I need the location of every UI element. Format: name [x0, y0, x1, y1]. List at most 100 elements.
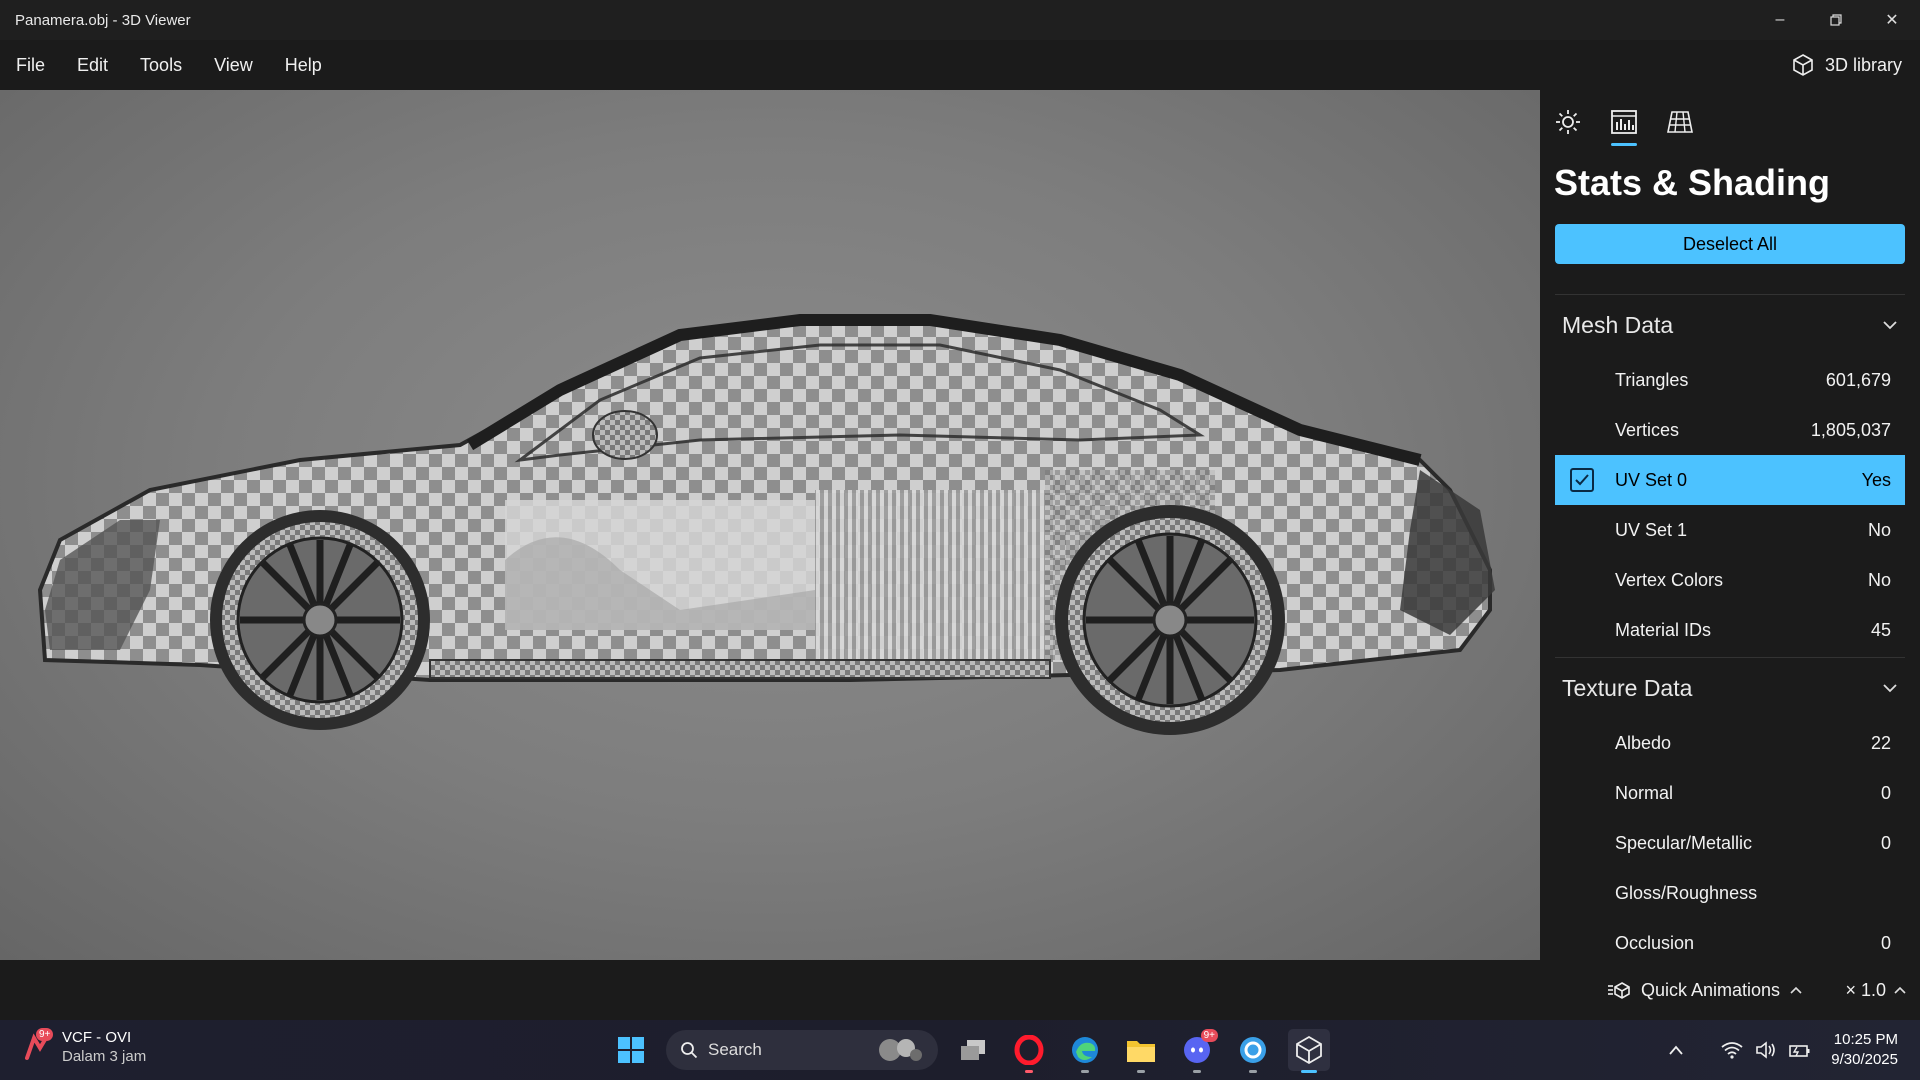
- taskbar-file-explorer[interactable]: [1120, 1029, 1162, 1073]
- stat-value: No: [1867, 519, 1891, 540]
- search-placeholder: Search: [708, 1040, 762, 1059]
- tab-lighting[interactable]: [1553, 106, 1583, 138]
- stat-row-specular-metallic: Specular/Metallic 0: [1555, 818, 1905, 868]
- chevron-down-icon: [1883, 321, 1897, 330]
- battery-icon[interactable]: [1789, 1041, 1811, 1059]
- chevron-down-icon: [1883, 684, 1897, 693]
- restore-button[interactable]: [1808, 0, 1864, 40]
- running-indicator: [1249, 1070, 1257, 1073]
- clock-date: 9/30/2025: [1831, 1051, 1898, 1068]
- stat-row-uv-set-0[interactable]: UV Set 0 Yes: [1555, 455, 1905, 505]
- taskbar-discord[interactable]: 9+: [1176, 1029, 1218, 1073]
- taskbar-search[interactable]: Search: [666, 1030, 938, 1070]
- running-indicator: [1081, 1070, 1089, 1073]
- search-icon: [681, 1042, 698, 1059]
- stat-label: Specular/Metallic: [1615, 832, 1753, 853]
- stat-value: 601,679: [1825, 369, 1891, 390]
- folder-icon: [1127, 1041, 1155, 1062]
- quick-animations-label: Quick Animations: [1640, 979, 1780, 1000]
- chevron-up-icon: [1894, 986, 1906, 994]
- clock-time: 10:25 PM: [1833, 1031, 1898, 1048]
- tab-stats[interactable]: [1609, 106, 1639, 146]
- checkmark-icon: [1575, 474, 1589, 486]
- 3d-viewer-icon: [1296, 1035, 1322, 1065]
- stat-value: 1,805,037: [1810, 419, 1891, 440]
- clock[interactable]: 10:25 PM 9/30/2025: [1811, 1030, 1920, 1070]
- 3d-viewport[interactable]: [0, 90, 1540, 960]
- panel-tabs: [1540, 90, 1920, 150]
- bottom-bar: Quick Animations × 1.0: [0, 960, 1920, 1020]
- running-indicator: [1193, 1070, 1201, 1073]
- discord-badge: 9+: [1200, 1029, 1218, 1042]
- rear-wheel: [1055, 505, 1285, 735]
- stat-row-normal: Normal 0: [1555, 768, 1905, 818]
- minimize-button[interactable]: –: [1752, 0, 1808, 40]
- stat-value: 0: [1880, 782, 1891, 803]
- stat-label: UV Set 1: [1615, 519, 1688, 540]
- tab-grid[interactable]: [1665, 106, 1695, 138]
- stat-row-material-ids: Material IDs 45: [1555, 605, 1905, 655]
- 3d-library-button[interactable]: 3D library: [1791, 40, 1902, 90]
- notification-title: VCF - OVI: [62, 1029, 132, 1046]
- edge-icon: [1072, 1037, 1098, 1063]
- menu-tools[interactable]: Tools: [124, 40, 198, 90]
- window-title: Panamera.obj - 3D Viewer: [15, 11, 191, 29]
- menu-view[interactable]: View: [198, 40, 269, 90]
- restore-icon: [1830, 14, 1842, 26]
- start-button[interactable]: [610, 1029, 652, 1071]
- running-indicator: [1025, 1070, 1033, 1073]
- close-icon: ✕: [1885, 12, 1899, 29]
- stat-row-albedo: Albedo 22: [1555, 718, 1905, 768]
- stat-label: UV Set 0: [1615, 469, 1688, 490]
- stat-value: 0: [1880, 932, 1891, 953]
- wifi-icon[interactable]: [1721, 1041, 1743, 1059]
- stat-label: Normal: [1615, 782, 1674, 803]
- minimize-icon: –: [1775, 11, 1785, 28]
- panel-title: Stats & Shading: [1554, 162, 1831, 203]
- chevron-up-icon[interactable]: [1669, 1045, 1683, 1055]
- calendar-notification[interactable]: 9+ VCF - OVI Dalam 3 jam: [22, 1028, 146, 1066]
- stat-label: Vertex Colors: [1615, 569, 1724, 590]
- notification-subtitle: Dalam 3 jam: [62, 1048, 147, 1065]
- animation-icon: [1607, 982, 1630, 999]
- speed-label: × 1.0: [1845, 979, 1886, 1000]
- cube-icon: [1793, 54, 1813, 76]
- 3d-library-label: 3D library: [1824, 54, 1902, 75]
- grid-icon: [1667, 111, 1693, 133]
- quick-animations-button[interactable]: Quick Animations: [1607, 960, 1802, 1020]
- menu-edit[interactable]: Edit: [61, 40, 124, 90]
- close-button[interactable]: ✕: [1864, 0, 1920, 40]
- menu-file[interactable]: File: [0, 40, 61, 90]
- stat-label: Albedo: [1615, 732, 1672, 753]
- stat-value: No: [1867, 569, 1891, 590]
- stat-label: Triangles: [1615, 369, 1689, 390]
- front-wheel: [210, 510, 430, 730]
- speed-control[interactable]: × 1.0: [1845, 960, 1906, 1020]
- taskbar-3d-viewer[interactable]: [1288, 1029, 1330, 1073]
- stat-row-vertices: Vertices 1,805,037: [1555, 405, 1905, 455]
- stat-value: 45: [1870, 619, 1891, 640]
- deselect-all-button[interactable]: Deselect All: [1555, 224, 1905, 264]
- checkbox[interactable]: [1570, 468, 1594, 492]
- menu-bar: File Edit Tools View Help: [0, 40, 1920, 90]
- volume-icon[interactable]: [1755, 1041, 1777, 1059]
- search-highlight-icon: [879, 1039, 922, 1061]
- stat-label: Occlusion: [1615, 932, 1695, 953]
- taskbar-browser[interactable]: [1232, 1029, 1274, 1073]
- stats-icon: [1611, 110, 1637, 134]
- sun-icon: [1556, 110, 1580, 134]
- stat-row-uv-set-1: UV Set 1 No: [1555, 505, 1905, 555]
- menu-help[interactable]: Help: [269, 40, 338, 90]
- mesh-data-header[interactable]: Mesh Data: [1540, 295, 1920, 355]
- taskbar-opera[interactable]: [1008, 1029, 1050, 1073]
- task-view-button[interactable]: [952, 1029, 994, 1071]
- stats-shading-panel: Stats & Shading Deselect All Mesh Data T…: [1540, 90, 1920, 960]
- calendar-app-icon: 9+: [22, 1028, 54, 1062]
- taskbar: 9+ VCF - OVI Dalam 3 jam Search 9+ 10:25…: [0, 1020, 1920, 1080]
- stat-row-occlusion: Occlusion 0: [1555, 918, 1905, 960]
- taskbar-edge[interactable]: [1064, 1029, 1106, 1073]
- texture-data-header[interactable]: Texture Data: [1540, 658, 1920, 718]
- opera-icon: [1014, 1035, 1044, 1065]
- stat-value: Yes: [1861, 469, 1891, 490]
- active-indicator: [1301, 1070, 1317, 1073]
